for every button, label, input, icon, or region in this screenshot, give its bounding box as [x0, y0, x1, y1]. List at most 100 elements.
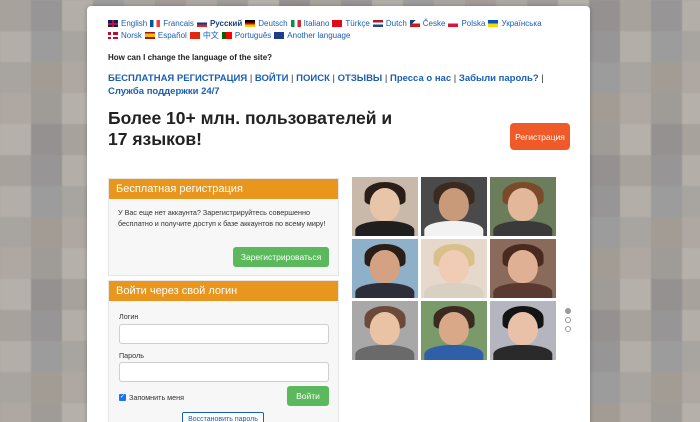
flag-it-icon [290, 20, 301, 27]
nav-forgot-password[interactable]: Забыли пароль? [459, 73, 539, 84]
language-option-no[interactable]: Norsk [108, 30, 142, 41]
photo-face [438, 311, 470, 345]
flag-ua-icon [488, 20, 499, 27]
flag-nl-icon [372, 20, 383, 27]
language-option-other[interactable]: Another language [274, 30, 350, 41]
language-label: Dutch [385, 19, 407, 28]
carousel-dot[interactable] [565, 308, 571, 314]
photo-body [493, 283, 553, 298]
photo-face [369, 187, 401, 221]
photo-face [369, 311, 401, 345]
nav-separator: | [384, 73, 388, 84]
flag-es-icon [144, 32, 155, 39]
login-box: Войти через свой логин Логин Пароль ✓ За… [108, 280, 339, 422]
register-button[interactable]: Регистрация [510, 123, 570, 150]
member-photo-woman-smiling[interactable] [490, 177, 556, 236]
photo-body [355, 221, 415, 236]
nav-press[interactable]: Пресса о нас [390, 73, 451, 84]
language-option-en[interactable]: English [108, 18, 147, 29]
password-input[interactable] [119, 362, 329, 382]
flag-other-icon [274, 32, 285, 39]
member-photo-woman-black-hair[interactable] [490, 301, 556, 360]
language-option-de[interactable]: Deutsch [245, 18, 288, 29]
language-label: Українська [501, 19, 542, 28]
member-photo-woman-blonde[interactable] [421, 239, 487, 298]
language-label: Polska [461, 19, 486, 28]
password-label: Пароль [119, 351, 144, 360]
language-label: English [121, 19, 148, 28]
login-box-title: Войти через свой логин [109, 281, 338, 301]
member-photo-man-white-shirt[interactable] [421, 177, 487, 236]
language-selector: English Francais Русский Deutsch Italiano Tür… [108, 18, 578, 42]
flag-fr-icon [150, 20, 161, 27]
flag-cn-icon [189, 32, 200, 39]
nav-search[interactable]: ПОИСК [296, 73, 330, 84]
photo-face [507, 187, 539, 221]
language-label: Türkçe [345, 19, 370, 28]
flag-pt-icon [221, 32, 232, 39]
language-option-es[interactable]: Español [144, 30, 187, 41]
language-label: Русский [209, 19, 243, 28]
nav-free-registration[interactable]: БЕСПЛАТНАЯ РЕГИСТРАЦИЯ [108, 73, 247, 84]
member-photo-woman-dark-hair[interactable] [352, 177, 418, 236]
language-help-link[interactable]: How can I change the language of the sit… [108, 53, 272, 62]
language-label: Português [234, 31, 272, 40]
page-headline: Более 10+ млн. пользователей и 17 языков… [108, 108, 393, 149]
free-registration-box: Бесплатная регистрация У Вас еще нет акк… [108, 178, 339, 276]
language-option-pt[interactable]: Português [221, 30, 272, 41]
restore-password-button[interactable]: Восстановить пароль [182, 412, 264, 422]
nav-separator: | [249, 73, 253, 84]
remember-checkbox[interactable]: ✓ [119, 394, 126, 401]
member-photo-woman-beanie[interactable] [352, 301, 418, 360]
login-submit-button[interactable]: Войти [287, 386, 329, 406]
member-photo-woman-brunette[interactable] [490, 239, 556, 298]
language-label: Another language [287, 31, 351, 40]
language-label: Francais [163, 19, 194, 28]
carousel-dot[interactable] [565, 317, 571, 323]
nav-support[interactable]: Служба поддержки 24/7 [108, 86, 220, 97]
language-option-ua[interactable]: Українська [488, 18, 542, 29]
carousel-dot[interactable] [565, 326, 571, 332]
nav-separator: | [332, 73, 335, 84]
nav-separator: | [541, 73, 544, 84]
sign-up-button[interactable]: Зарегистрироваться [233, 247, 329, 267]
language-option-tr[interactable]: Türkçe [332, 18, 370, 29]
photo-body [424, 283, 484, 298]
language-option-cz[interactable]: Česke [409, 18, 446, 29]
flag-tr-icon [332, 20, 343, 27]
photo-body [355, 345, 415, 360]
photo-face [507, 249, 539, 283]
nav-separator: | [291, 73, 294, 84]
member-photo-man-sunglasses[interactable] [352, 239, 418, 298]
login-input[interactable] [119, 324, 329, 344]
language-option-pl[interactable]: Polska [448, 18, 485, 29]
photo-face [369, 249, 401, 283]
carousel-indicators [565, 308, 571, 335]
flag-de-icon [245, 20, 256, 27]
photo-body [493, 221, 553, 236]
nav-separator: | [453, 73, 457, 84]
nav-login[interactable]: ВОЙТИ [255, 73, 288, 84]
language-label: 中文 [202, 31, 219, 40]
language-option-cn[interactable]: 中文 [189, 30, 219, 41]
member-photo-man-blue-shirt[interactable] [421, 301, 487, 360]
photo-face [507, 311, 539, 345]
photo-face [438, 249, 470, 283]
language-option-fr[interactable]: Francais [150, 18, 194, 29]
free-registration-title: Бесплатная регистрация [109, 179, 338, 199]
flag-cz-icon [409, 20, 420, 27]
language-label: Italiano [303, 19, 330, 28]
flag-pl-icon [448, 20, 459, 27]
main-panel: English Francais Русский Deutsch Italiano Tür… [87, 6, 590, 422]
language-option-it[interactable]: Italiano [290, 18, 330, 29]
photo-body [493, 345, 553, 360]
remember-me[interactable]: ✓ Запомнить меня [119, 393, 184, 402]
nav-reviews[interactable]: ОТЗЫВЫ [338, 73, 383, 84]
language-option-ru[interactable]: Русский [196, 18, 243, 29]
free-registration-text: У Вас еще нет аккаунта? Зарегистрируйтес… [118, 208, 326, 228]
language-label: Norsk [121, 31, 142, 40]
language-label: Česke [422, 19, 446, 28]
flag-en-icon [108, 20, 118, 27]
photo-body [424, 345, 484, 360]
language-option-nl[interactable]: Dutch [372, 18, 407, 29]
